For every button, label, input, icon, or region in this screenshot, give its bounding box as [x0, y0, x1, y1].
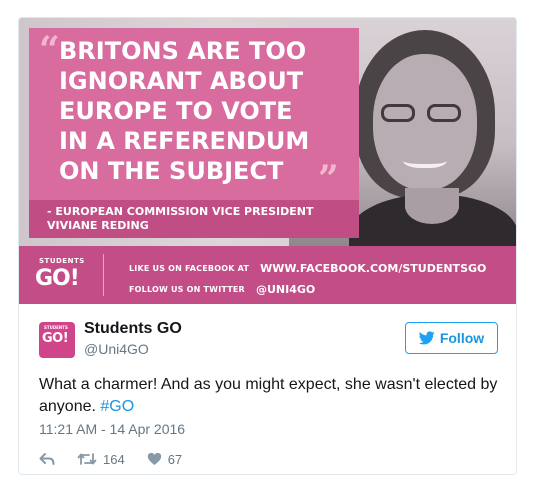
logo-main-text: GO! [35, 266, 80, 291]
open-quote-icon: “ [39, 29, 60, 71]
tweet-actions: 164 67 [39, 449, 182, 469]
facebook-promo: LIKE US ON FACEBOOK AT WWW.FACEBOOK.COM/… [129, 258, 486, 277]
follow-button[interactable]: Follow [405, 322, 498, 354]
portrait-collar [405, 188, 459, 224]
twitter-promo: FOLLOW US ON TWITTER @UNI4GO [129, 279, 315, 298]
logo-small-text: STUDENTS [39, 257, 85, 265]
tweet-text: What a charmer! And as you might expect,… [39, 374, 499, 418]
heart-icon [147, 452, 161, 465]
media-footer-banner: STUDENTS GO! LIKE US ON FACEBOOK AT WWW.… [19, 246, 516, 304]
retweet-icon [77, 453, 97, 465]
close-quote-icon: ” [318, 158, 339, 200]
avatar-small-text: STUDENTS [44, 325, 68, 330]
quote-box: “ BRITONS ARE TOO IGNORANT ABOUT EUROPE … [29, 28, 359, 200]
retweet-button[interactable]: 164 [77, 452, 125, 467]
facebook-url: WWW.FACEBOOK.COM/STUDENTSGO [260, 262, 487, 275]
twitter-bird-icon [418, 331, 435, 345]
portrait-glasses-right [427, 104, 461, 122]
facebook-prefix: LIKE US ON FACEBOOK AT [129, 264, 250, 273]
portrait-glasses-left [381, 104, 415, 122]
like-button[interactable]: 67 [147, 452, 182, 467]
display-name[interactable]: Students GO [84, 320, 182, 338]
attribution-box: - EUROPEAN COMMISSION VICE PRESIDENT VIV… [29, 200, 359, 238]
tweet-media-image[interactable]: “ BRITONS ARE TOO IGNORANT ABOUT EUROPE … [19, 18, 516, 304]
twitter-prefix: FOLLOW US ON TWITTER [129, 285, 245, 294]
avatar-main-text: GO! [42, 331, 69, 346]
hashtag-link[interactable]: #GO [100, 398, 134, 415]
reply-icon [39, 453, 55, 465]
tweet-body: STUDENTS GO! Students GO @Uni4GO Follow … [19, 304, 516, 474]
follow-label: Follow [439, 330, 485, 346]
avatar[interactable]: STUDENTS GO! [39, 322, 75, 358]
like-count: 67 [167, 451, 183, 467]
students-go-logo: STUDENTS GO! [29, 254, 104, 296]
tweet-timestamp[interactable]: 11:21 AM - 14 Apr 2016 [39, 421, 185, 437]
portrait-smile [403, 150, 447, 168]
twitter-handle-promo: @UNI4GO [255, 283, 316, 296]
retweet-count: 164 [103, 451, 125, 467]
reply-button[interactable] [39, 452, 55, 466]
quote-text: BRITONS ARE TOO IGNORANT ABOUT EUROPE TO… [59, 37, 310, 185]
tweet-card: “ BRITONS ARE TOO IGNORANT ABOUT EUROPE … [18, 17, 517, 475]
portrait-face [373, 54, 477, 190]
attribution-text: - EUROPEAN COMMISSION VICE PRESIDENT VIV… [47, 205, 314, 232]
user-handle[interactable]: @Uni4GO [84, 341, 149, 357]
